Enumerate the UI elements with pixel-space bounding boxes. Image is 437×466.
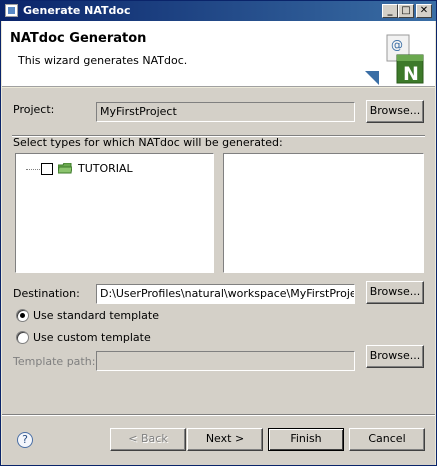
page-description: This wizard generates NATdoc. [18, 54, 188, 67]
wizard-window: Generate NATdoc _ □ ✕ NATdoc Generaton T… [0, 0, 437, 466]
maximize-button[interactable]: □ [398, 4, 414, 18]
app-icon [5, 4, 18, 17]
back-button[interactable]: < Back [110, 428, 186, 451]
natdoc-wizard-icon: @ N [365, 34, 424, 85]
types-tree[interactable]: TUTORIAL [15, 153, 214, 273]
template-path-label: Template path: [13, 355, 96, 368]
template-path-field[interactable] [96, 351, 355, 371]
types-label: Select types for which NATdoc will be ge… [13, 136, 283, 149]
custom-template-label[interactable]: Use custom template [33, 331, 151, 344]
standard-template-label[interactable]: Use standard template [33, 309, 159, 322]
types-detail-list[interactable] [223, 153, 424, 273]
next-button[interactable]: Next > [187, 428, 263, 451]
wizard-banner: NATdoc Generaton This wizard generates N… [2, 21, 435, 87]
window-title: Generate NATdoc [23, 4, 131, 17]
cancel-button[interactable]: Cancel [349, 428, 425, 451]
project-field[interactable]: MyFirstProject [96, 102, 355, 122]
template-browse-button[interactable]: Browse... [366, 345, 424, 368]
wizard-body: Project: MyFirstProject Browse... Select… [2, 88, 435, 414]
help-icon[interactable]: ? [17, 432, 33, 448]
custom-template-radio[interactable] [16, 331, 29, 344]
destination-browse-button[interactable]: Browse... [366, 281, 424, 304]
minimize-button[interactable]: _ [382, 4, 398, 18]
tree-item-label: TUTORIAL [78, 162, 133, 175]
destination-field[interactable]: D:\UserProfiles\natural\workspace\MyFirs… [96, 284, 355, 304]
project-label: Project: [13, 103, 55, 116]
project-browse-button[interactable]: Browse... [366, 100, 424, 123]
standard-template-radio[interactable] [16, 309, 29, 322]
close-button[interactable]: ✕ [416, 4, 432, 18]
n-glyph: N [403, 63, 419, 85]
destination-label: Destination: [13, 287, 80, 300]
wizard-footer: ? < Back Next > Finish Cancel [2, 416, 435, 465]
page-title: NATdoc Generaton [10, 31, 147, 46]
at-glyph: @ [391, 38, 403, 52]
folder-icon [58, 163, 72, 174]
tree-connector [26, 169, 40, 170]
title-bar[interactable]: Generate NATdoc _ □ ✕ [1, 1, 436, 21]
tree-item-checkbox[interactable] [41, 163, 53, 175]
finish-button[interactable]: Finish [268, 428, 344, 451]
